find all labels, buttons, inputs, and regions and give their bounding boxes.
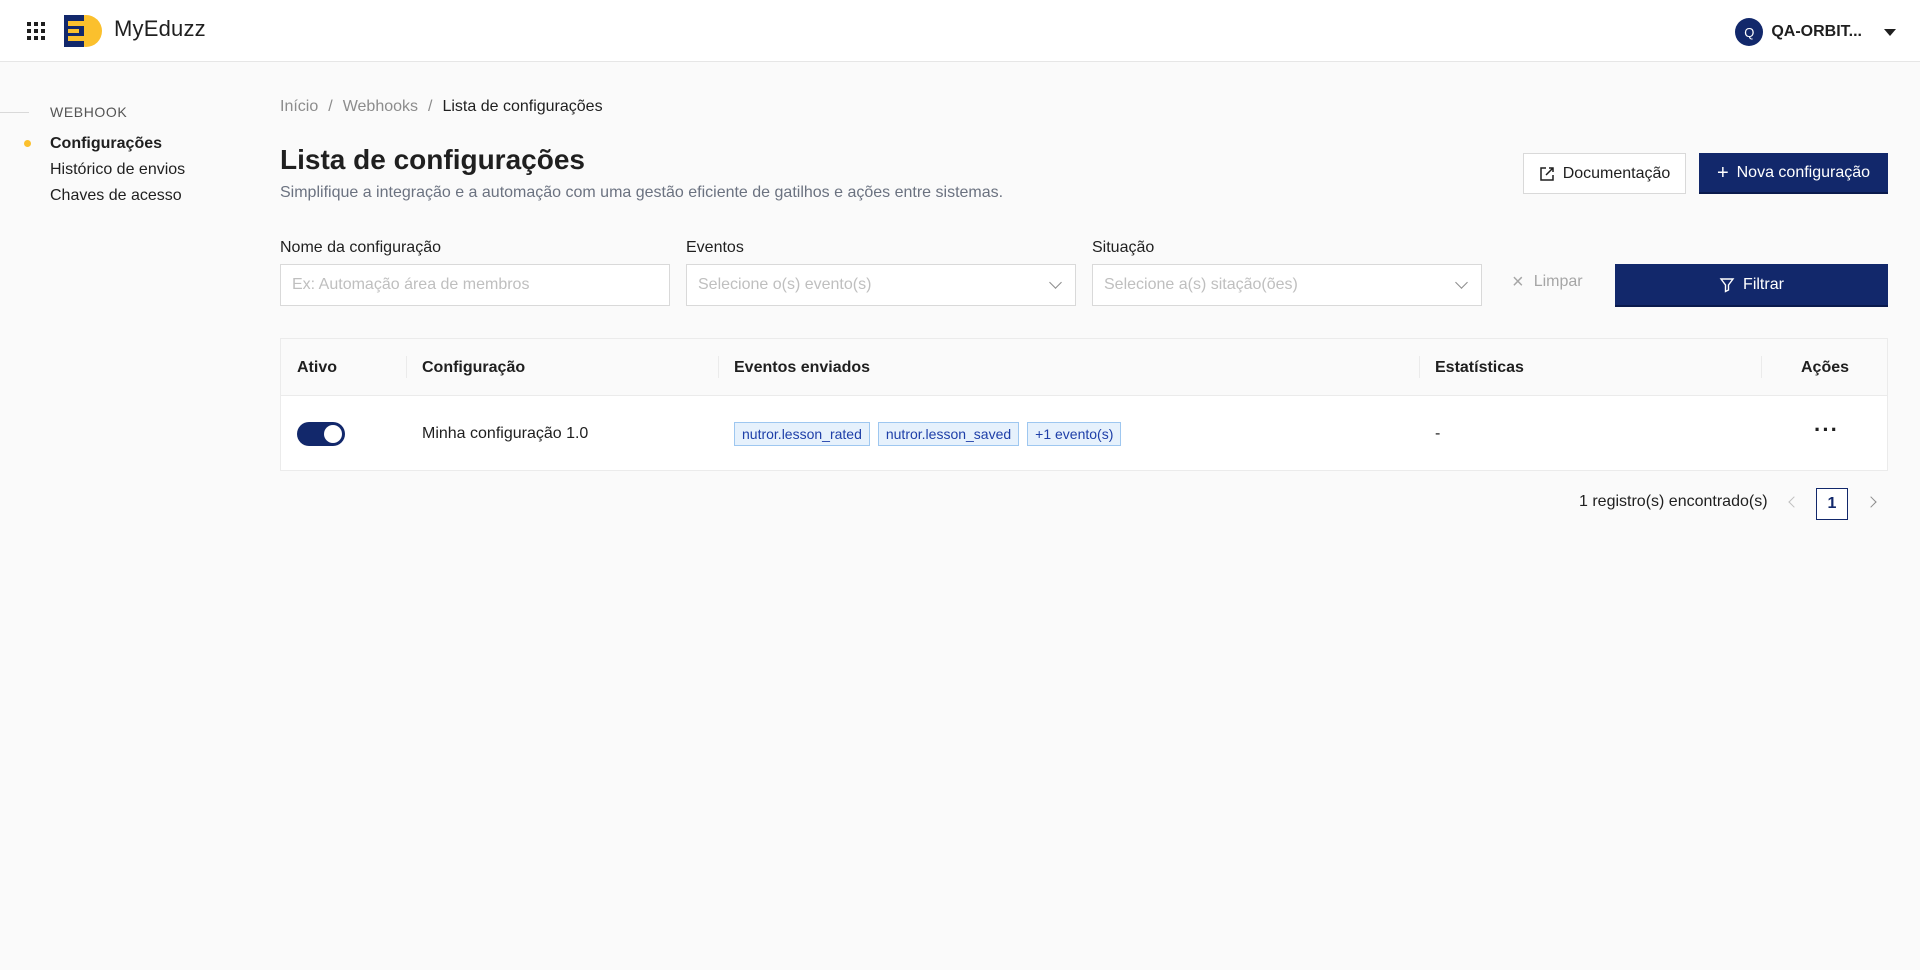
records-count: 1 registro(s) encontrado(s) xyxy=(1579,493,1768,510)
statistics-cell: - xyxy=(1435,424,1441,442)
breadcrumb-inicio[interactable]: Início xyxy=(280,98,318,116)
column-divider xyxy=(718,356,719,378)
sidebar-divider xyxy=(0,112,29,113)
status-select[interactable]: Selecione a(s) sitação(ões) xyxy=(1092,264,1482,306)
status-select-placeholder: Selecione a(s) sitação(ões) xyxy=(1104,276,1298,293)
name-filter-label: Nome da configuração xyxy=(280,239,441,256)
sidebar-item-historico[interactable]: Histórico de envios xyxy=(50,161,185,179)
sidebar-item-chaves[interactable]: Chaves de acesso xyxy=(50,187,182,205)
events-filter-label: Eventos xyxy=(686,239,744,256)
events-cell: nutror.lesson_rated nutror.lesson_saved … xyxy=(734,396,1129,471)
configurations-table: Ativo Configuração Eventos enviados Esta… xyxy=(280,338,1888,471)
column-header-acoes: Ações xyxy=(1801,358,1850,376)
brand-name[interactable]: MyEduzz xyxy=(114,16,206,42)
configuration-name[interactable]: Minha configuração 1.0 xyxy=(422,396,588,471)
name-filter-field[interactable] xyxy=(280,264,670,306)
top-bar: MyEduzz Q QA-ORBIT... xyxy=(0,0,1920,62)
user-menu[interactable]: Q QA-ORBIT... xyxy=(1735,18,1896,46)
events-select[interactable]: Selecione o(s) evento(s) xyxy=(686,264,1076,306)
more-actions-icon[interactable]: ··· xyxy=(1814,418,1839,441)
column-header-eventos: Eventos enviados xyxy=(734,358,871,376)
new-configuration-button[interactable]: + Nova configuração xyxy=(1699,153,1888,194)
more-events-tag[interactable]: +1 evento(s) xyxy=(1027,421,1122,446)
plus-icon: + xyxy=(1716,161,1729,184)
chevron-down-icon xyxy=(1455,276,1468,289)
event-tag[interactable]: nutror.lesson_saved xyxy=(877,421,1020,446)
new-configuration-label: Nova configuração xyxy=(1736,163,1871,181)
column-header-estatisticas: Estatísticas xyxy=(1435,358,1524,376)
column-divider xyxy=(1419,356,1420,378)
filter-icon xyxy=(1719,277,1735,293)
active-indicator-icon xyxy=(24,140,31,147)
status-filter-label: Situação xyxy=(1092,239,1155,256)
documentation-button[interactable]: Documentação xyxy=(1523,153,1686,194)
breadcrumb-webhooks[interactable]: Webhooks xyxy=(343,98,418,116)
events-select-placeholder: Selecione o(s) evento(s) xyxy=(698,276,872,293)
filter-button[interactable]: Filtrar xyxy=(1615,264,1888,307)
name-filter-input[interactable] xyxy=(292,276,658,294)
user-name: QA-ORBIT... xyxy=(1771,23,1862,40)
apps-grid-icon[interactable] xyxy=(27,22,45,40)
breadcrumb-current: Lista de configurações xyxy=(442,98,603,115)
documentation-button-label: Documentação xyxy=(1562,164,1671,182)
actions-cell: ··· xyxy=(1814,396,1839,471)
active-cell xyxy=(297,396,345,471)
toggle-knob xyxy=(324,424,342,443)
page-number-button[interactable]: 1 xyxy=(1816,488,1848,520)
column-divider xyxy=(1761,356,1762,378)
page-subtitle: Simplifique a integração e a automação c… xyxy=(280,184,1004,201)
chevron-left-icon[interactable] xyxy=(1788,496,1800,508)
clear-filters-button[interactable]: × Limpar xyxy=(1512,272,1583,292)
filter-button-label: Filtrar xyxy=(1743,275,1784,293)
external-link-icon xyxy=(1539,166,1554,181)
chevron-right-icon[interactable] xyxy=(1865,496,1877,508)
avatar: Q xyxy=(1735,18,1764,46)
caret-down-icon xyxy=(1884,28,1896,36)
column-header-ativo: Ativo xyxy=(297,358,337,376)
breadcrumb-separator: / xyxy=(328,98,333,115)
page-title: Lista de configurações xyxy=(280,144,585,175)
table-header: Ativo Configuração Eventos enviados Esta… xyxy=(281,339,1887,396)
active-toggle[interactable] xyxy=(297,421,345,446)
sidebar-section-title: WEBHOOK xyxy=(50,104,128,120)
breadcrumb: Início / Webhooks / Lista de configuraçõ… xyxy=(280,98,603,116)
column-divider xyxy=(406,356,407,378)
eduzz-logo-icon[interactable] xyxy=(64,13,102,49)
sidebar-item-configuracoes[interactable]: Configurações xyxy=(50,135,162,153)
event-tag[interactable]: nutror.lesson_rated xyxy=(734,421,870,446)
column-header-configuracao: Configuração xyxy=(422,358,526,376)
breadcrumb-separator: / xyxy=(428,98,433,115)
clear-filters-label: Limpar xyxy=(1533,273,1583,290)
chevron-down-icon xyxy=(1049,276,1062,289)
close-icon: × xyxy=(1512,271,1524,293)
